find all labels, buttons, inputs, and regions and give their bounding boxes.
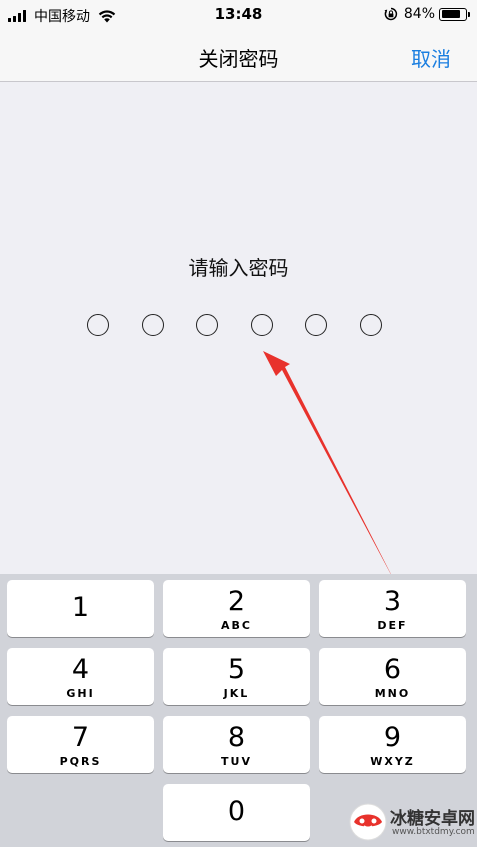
key-0[interactable]: 0 — [163, 784, 310, 841]
key-digit: 3 — [383, 586, 402, 617]
key-digit: 7 — [71, 722, 90, 753]
key-digit: 2 — [227, 586, 246, 617]
key-digit: 4 — [71, 654, 90, 685]
page-title: 关闭密码 — [198, 47, 279, 71]
key-digit: 5 — [227, 654, 246, 685]
key-4[interactable]: 4 GHI — [7, 648, 154, 705]
key-2[interactable]: 2 ABC — [163, 580, 310, 637]
key-digit: 6 — [383, 654, 402, 685]
key-digit: 1 — [71, 592, 90, 623]
navigation-bar: 关闭密码 取消 — [0, 32, 477, 82]
key-digit: 8 — [227, 722, 246, 753]
watermark-url: www.btxtdmy.com — [392, 827, 475, 837]
battery-percent: 84% — [403, 6, 435, 22]
passcode-dot — [305, 314, 327, 336]
passcode-dot — [250, 314, 273, 336]
passcode-dot — [141, 314, 164, 336]
key-5[interactable]: 5 JKL — [163, 648, 310, 705]
status-right: 84% — [384, 6, 470, 22]
key-digit: 0 — [227, 796, 246, 827]
passcode-dot — [87, 314, 109, 336]
status-bar: 中国移动 13:48 84% — [0, 0, 477, 32]
passcode-dots — [87, 314, 382, 336]
rotation-lock-icon — [384, 7, 397, 21]
key-letters: MNO — [374, 687, 411, 700]
watermark: 冰糖安卓网 www.btxtdmy.com — [348, 800, 476, 844]
key-letters: GHI — [66, 687, 95, 700]
key-6[interactable]: 6 MNO — [319, 648, 466, 705]
key-7[interactable]: 7 PQRS — [7, 716, 154, 773]
watermark-name: 冰糖安卓网 — [390, 809, 475, 829]
battery-fill — [441, 10, 460, 18]
key-letters: ABC — [221, 619, 252, 632]
cancel-button[interactable]: 取消 — [411, 43, 451, 72]
key-8[interactable]: 8 TUV — [163, 716, 310, 773]
watermark-logo-icon — [349, 803, 387, 841]
key-letters: WXYZ — [370, 755, 415, 768]
key-letters: DEF — [377, 619, 408, 632]
key-9[interactable]: 9 WXYZ — [319, 716, 466, 773]
key-1[interactable]: 1 — [7, 580, 154, 637]
passcode-dot — [359, 314, 382, 336]
key-letters: PQRS — [59, 755, 102, 768]
passcode-dot — [196, 314, 218, 336]
key-letters: JKL — [223, 687, 250, 700]
key-letters: TUV — [221, 755, 252, 768]
passcode-prompt: 请输入密码 — [188, 256, 289, 280]
battery-icon — [439, 7, 470, 21]
key-digit: 9 — [383, 722, 402, 753]
key-3[interactable]: 3 DEF — [319, 580, 466, 637]
